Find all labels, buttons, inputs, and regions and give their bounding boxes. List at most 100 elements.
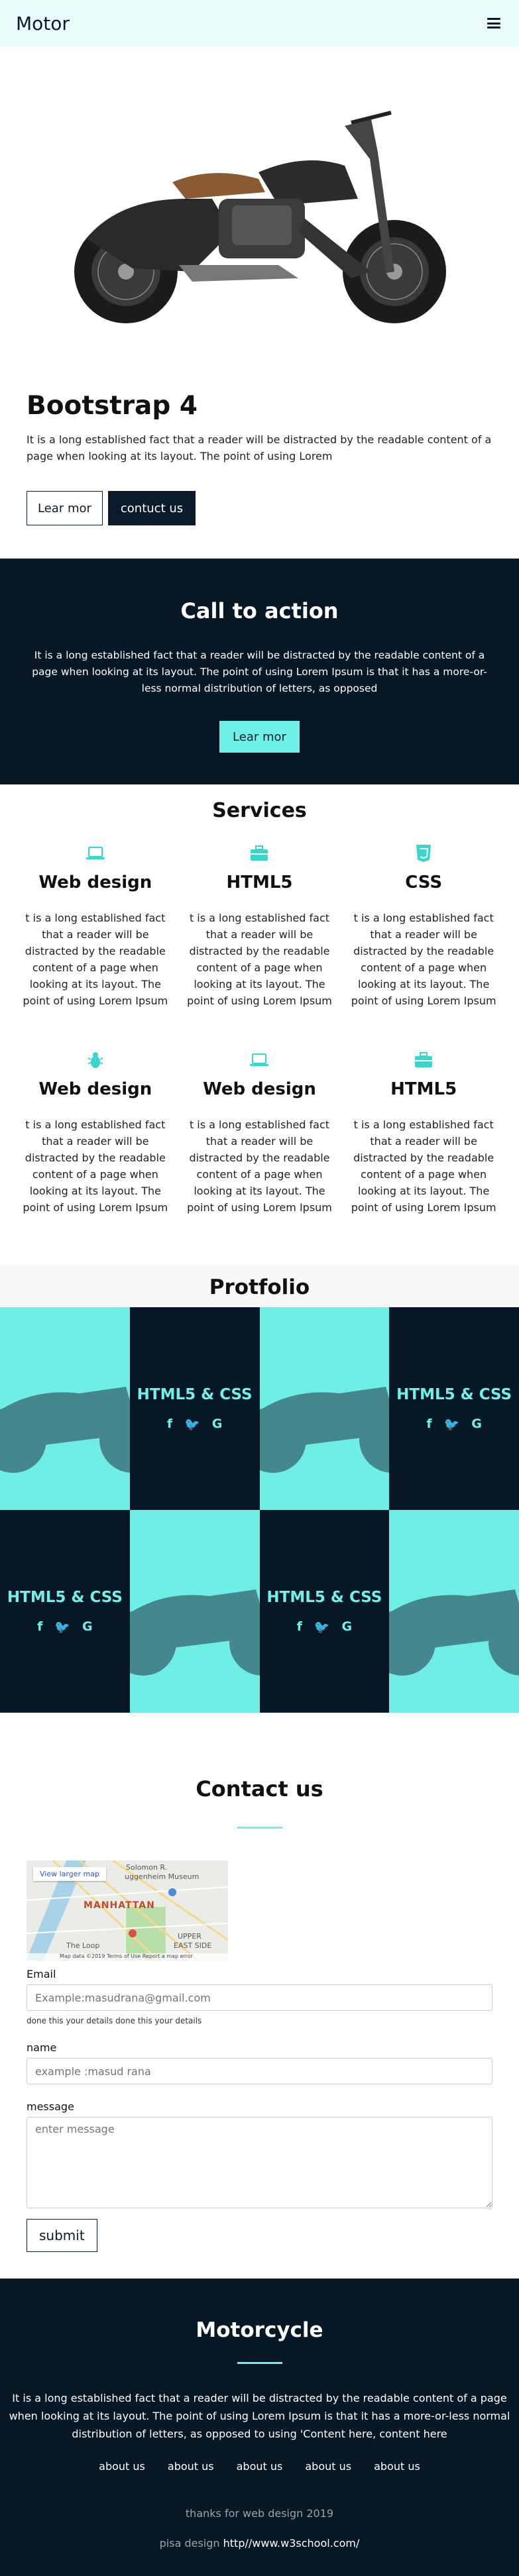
contact-form: Email done this your details done this y…	[27, 1968, 492, 2252]
portfolio-title: Protfolio	[209, 1275, 310, 1299]
map-label-museum: uggenheim Museum	[125, 1872, 200, 1881]
service-text: t is a long established fact that a read…	[351, 912, 496, 1007]
social-links: f 🐦 G	[167, 1417, 223, 1432]
portfolio-tile: HTML5 & CSS f 🐦 G	[129, 1307, 260, 1510]
service-item: CSS t is a long established fact that a …	[348, 842, 499, 1009]
service-text: t is a long established fact that a read…	[187, 912, 332, 1007]
footer-credit: pisa design http//www.w3school.com/	[0, 2537, 519, 2549]
footer-thanks: thanks for web design 2019	[185, 2507, 334, 2520]
footer-link-about[interactable]: about us	[168, 2460, 214, 2473]
map-label-manhattan: MANHATTAN	[84, 1900, 155, 1911]
google-icon[interactable]: G	[82, 1619, 93, 1635]
hamburger-icon[interactable]	[487, 18, 500, 28]
twitter-icon[interactable]: 🐦	[54, 1619, 70, 1635]
service-title: Web design	[38, 873, 152, 892]
message-label: message	[27, 2100, 74, 2113]
hero-image	[0, 46, 519, 364]
contact-section: Contact us View larger map Solomon R. ug…	[0, 1713, 519, 2265]
twitter-icon[interactable]: 🐦	[314, 1619, 330, 1635]
portfolio-image[interactable]	[259, 1307, 390, 1510]
service-item: HTML5 t is a long established fact that …	[348, 1049, 499, 1216]
cta-title: Call to action	[180, 598, 339, 623]
briefcase-icon	[184, 842, 335, 865]
services-title: Services	[212, 799, 307, 822]
email-field[interactable]	[27, 1984, 492, 2011]
facebook-icon[interactable]: f	[167, 1417, 172, 1432]
portfolio-image[interactable]	[0, 1307, 130, 1510]
social-links: f 🐦 G	[297, 1619, 353, 1635]
call-to-action-section: Call to action It is a long established …	[0, 559, 519, 784]
footer-links: about us about us about us about us abou…	[0, 2460, 519, 2473]
motorcycle-image	[74, 111, 446, 323]
service-item: Web design t is a long established fact …	[20, 1049, 171, 1216]
brand-logo[interactable]: Motor	[16, 13, 70, 34]
portfolio-tile: HTML5 & CSS f 🐦 G	[259, 1510, 390, 1713]
submit-button[interactable]: submit	[27, 2219, 97, 2252]
intro-title: Bootstrap 4	[27, 391, 198, 421]
services-section: Services Web design t is a long establis…	[0, 784, 519, 1242]
service-item: HTML5 t is a long established fact that …	[184, 842, 335, 1009]
intro-text: It is a long established fact that a rea…	[27, 433, 492, 462]
footer-title: Motorcycle	[196, 2318, 323, 2342]
laptop-icon	[184, 1049, 335, 1071]
service-title: Web design	[38, 1079, 152, 1099]
portfolio-image[interactable]	[389, 1510, 519, 1713]
map-label-upper: UPPER	[178, 1932, 202, 1941]
contact-title: Contact us	[196, 1776, 323, 1801]
laptop-icon	[20, 842, 171, 865]
portfolio-section: Protfolio HTML5 & CSS f 🐦 G HTML5 & CSS …	[0, 1265, 519, 1713]
portfolio-tile: HTML5 & CSS f 🐦 G	[0, 1510, 130, 1713]
css3-icon	[348, 842, 499, 865]
portfolio-tile-title: HTML5 & CSS	[7, 1589, 123, 1606]
briefcase-icon	[348, 1049, 499, 1071]
portfolio-tile: HTML5 & CSS f 🐦 G	[389, 1307, 519, 1510]
portfolio-image[interactable]	[129, 1510, 260, 1713]
map-embed[interactable]: View larger map Solomon R. uggenheim Mus…	[27, 1860, 228, 1961]
twitter-icon[interactable]: 🐦	[444, 1417, 460, 1432]
email-label: Email	[27, 1968, 56, 1980]
map-footer: Map data ©2019 Terms of Use Report a map…	[27, 1953, 228, 1961]
footer-link-about[interactable]: about us	[237, 2460, 283, 2473]
message-field[interactable]	[27, 2117, 492, 2208]
name-field[interactable]	[27, 2058, 492, 2084]
service-title: HTML5	[226, 873, 293, 892]
view-larger-map-link[interactable]: View larger map	[33, 1867, 106, 1881]
title-underline	[237, 1827, 282, 1829]
portfolio-tile-title: HTML5 & CSS	[266, 1589, 382, 1606]
portfolio-header: Protfolio	[0, 1265, 519, 1307]
footer-underline	[237, 2362, 282, 2364]
services-grid: Web design t is a long established fact …	[20, 842, 499, 1216]
map-label-east-side: EAST SIDE	[174, 1941, 212, 1950]
footer-link-about[interactable]: about us	[374, 2460, 420, 2473]
google-icon[interactable]: G	[342, 1619, 353, 1635]
facebook-icon[interactable]: f	[297, 1619, 302, 1635]
name-label: name	[27, 2041, 57, 2054]
footer-link-about[interactable]: about us	[305, 2460, 351, 2473]
portfolio-tile-title: HTML5 & CSS	[396, 1386, 512, 1403]
service-title: CSS	[405, 873, 443, 892]
social-links: f 🐦 G	[37, 1619, 93, 1635]
service-text: t is a long established fact that a read…	[187, 1118, 332, 1214]
facebook-icon[interactable]: f	[37, 1619, 42, 1635]
social-links: f 🐦 G	[426, 1417, 482, 1432]
email-help-text: done this your details done this your de…	[27, 2016, 202, 2025]
google-icon[interactable]: G	[471, 1417, 482, 1432]
cta-text: It is a long established fact that a rea…	[32, 649, 487, 694]
intro-buttons: Lear mor contuct us	[27, 491, 492, 525]
credit-prefix: pisa design	[159, 2537, 220, 2549]
contact-us-button[interactable]: contuct us	[107, 491, 196, 525]
cta-learn-more-button[interactable]: Lear mor	[219, 721, 300, 753]
learn-more-button[interactable]: Lear mor	[27, 491, 103, 525]
footer-link-about[interactable]: about us	[99, 2460, 145, 2473]
service-text: t is a long established fact that a read…	[351, 1118, 496, 1214]
google-icon[interactable]: G	[212, 1417, 223, 1432]
portfolio-tile-title: HTML5 & CSS	[137, 1386, 253, 1403]
service-item: Web design t is a long established fact …	[184, 1049, 335, 1216]
service-text: t is a long established fact that a read…	[23, 1118, 168, 1214]
map-label-solomon: Solomon R.	[126, 1863, 168, 1872]
service-text: t is a long established fact that a read…	[23, 912, 168, 1007]
facebook-icon[interactable]: f	[426, 1417, 432, 1432]
twitter-icon[interactable]: 🐦	[184, 1417, 200, 1432]
credit-link[interactable]: http//www.w3school.com/	[223, 2537, 360, 2549]
bug-icon	[20, 1049, 171, 1071]
